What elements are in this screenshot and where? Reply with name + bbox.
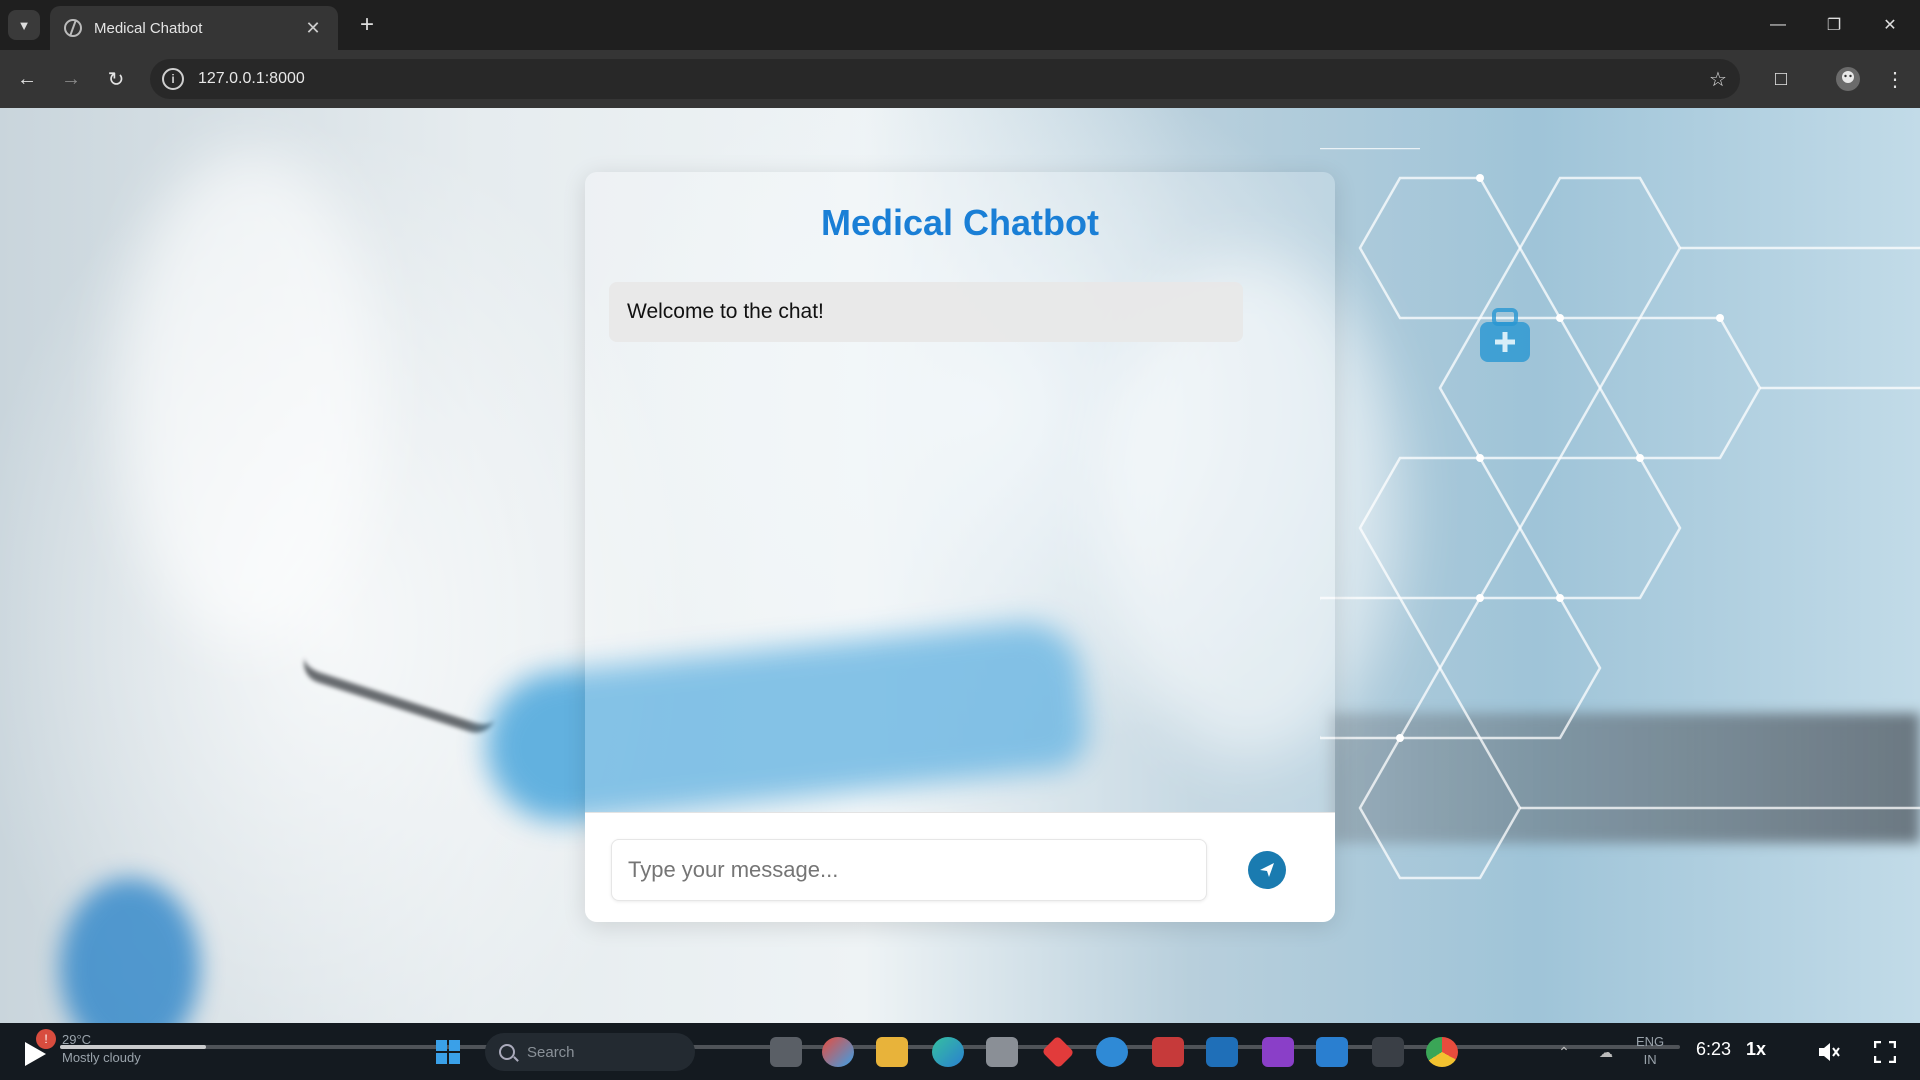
forward-arrow-icon[interactable]: → (55, 63, 87, 95)
site-info-icon[interactable]: i (162, 68, 184, 90)
tab-search-chevron-icon[interactable]: ▼ (8, 10, 40, 40)
chrome-icon[interactable] (1426, 1037, 1458, 1067)
extensions-puzzle-icon[interactable]: □ (1766, 64, 1796, 94)
globe-icon (64, 19, 82, 37)
mute-icon[interactable] (1812, 1035, 1846, 1069)
windows-start-icon[interactable] (432, 1037, 464, 1067)
tab-title: Medical Chatbot (94, 19, 203, 37)
background-blur (120, 148, 380, 648)
back-arrow-icon[interactable]: ← (11, 63, 43, 95)
weather-temp: 29°C (62, 1032, 92, 1047)
file-explorer-icon[interactable] (876, 1037, 908, 1067)
chat-messages: Welcome to the chat! (609, 282, 1243, 822)
chat-container: Medical Chatbot Welcome to the chat! (585, 172, 1335, 922)
store-icon[interactable] (986, 1037, 1018, 1067)
outlook-icon[interactable] (1206, 1037, 1238, 1067)
address-bar[interactable]: i 127.0.0.1:8000 (150, 59, 1740, 99)
tab-medical-chatbot[interactable]: Medical Chatbot ✕ (50, 6, 338, 50)
hexagon-network-graphic (1320, 148, 1920, 880)
glove-shape (60, 878, 200, 1023)
page-title: Medical Chatbot (820, 202, 1099, 243)
fullscreen-icon[interactable] (1868, 1035, 1902, 1069)
video-time: 6:23 (1696, 1039, 1732, 1059)
app-globe-icon[interactable] (1096, 1037, 1128, 1067)
minimize-icon[interactable]: — (1758, 8, 1798, 42)
url-text: 127.0.0.1:8000 (198, 70, 305, 87)
taskbar-search[interactable]: Search (485, 1033, 695, 1071)
app-diamond-icon[interactable] (1041, 1035, 1075, 1069)
video-player-controls: ! 29°C Mostly cloudy Search ⌃ ☁ ENG IN 6… (0, 1023, 1920, 1080)
screen: ▼ Medical Chatbot ✕ + — ❐ ✕ ← → ↻ i 127.… (0, 0, 1920, 1080)
weather-desc: Mostly cloudy (62, 1050, 141, 1065)
message-input[interactable] (611, 839, 1207, 901)
bot-message: Welcome to the chat! (609, 282, 1243, 342)
browser-tabstrip: ▼ Medical Chatbot ✕ + — ❐ ✕ (0, 0, 1920, 50)
lang-top: ENG (1636, 1034, 1665, 1049)
browser-toolbar: ← → ↻ i 127.0.0.1:8000 ☆ □ ⋮ (0, 50, 1920, 108)
app-shield-icon[interactable] (1152, 1037, 1184, 1067)
chat-input-area (585, 812, 1335, 922)
taskbar-search-label: Search (527, 1043, 575, 1061)
send-button[interactable] (1248, 851, 1286, 889)
copilot-icon[interactable] (822, 1037, 854, 1067)
send-arrow-icon (1260, 863, 1274, 877)
reload-icon[interactable]: ↻ (100, 63, 132, 95)
chevron-up-icon[interactable]: ⌃ (1548, 1037, 1580, 1067)
edge-browser-icon[interactable] (932, 1037, 964, 1067)
terminal-icon[interactable] (1372, 1037, 1404, 1067)
lang-bottom: IN (1643, 1052, 1657, 1067)
playback-speed[interactable]: 1x (1746, 1039, 1766, 1060)
close-window-icon[interactable]: ✕ (1870, 8, 1910, 42)
vscode-icon[interactable] (1316, 1037, 1348, 1067)
stethoscope-shape (298, 638, 502, 738)
language-indicator[interactable]: ENG IN (1636, 1033, 1664, 1069)
app-purple-icon[interactable] (1262, 1037, 1294, 1067)
weather-alert-icon: ! (36, 1029, 56, 1049)
page-viewport: Medical Chatbot Welcome to the chat! (0, 108, 1920, 1023)
bookmark-star-icon[interactable]: ☆ (1703, 64, 1733, 94)
profile-avatar-icon[interactable] (1833, 64, 1863, 94)
restore-icon[interactable]: ❐ (1814, 8, 1854, 42)
task-view-icon[interactable] (770, 1037, 802, 1067)
weather-widget[interactable]: 29°C Mostly cloudy (62, 1031, 141, 1067)
network-icon[interactable]: ☁ (1590, 1037, 1622, 1067)
menu-kebab-icon[interactable]: ⋮ (1880, 64, 1910, 94)
close-tab-icon[interactable]: ✕ (302, 18, 324, 39)
new-tab-plus-icon[interactable]: + (352, 10, 382, 40)
search-icon (499, 1044, 515, 1060)
